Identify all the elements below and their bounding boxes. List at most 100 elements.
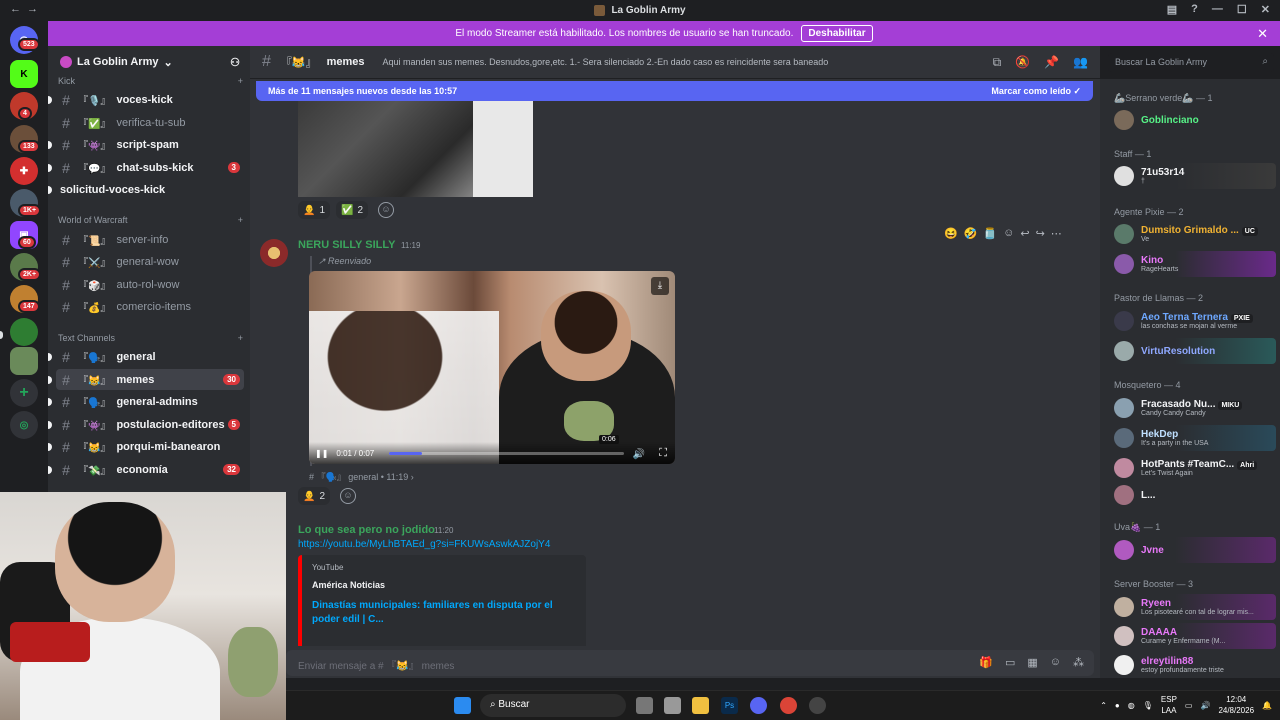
member-item[interactable]: DAAAA Curame y Enfermame (M... [1108, 623, 1276, 649]
channel-general-admins[interactable]: # 『🗣️』 general-admins [48, 391, 244, 412]
server-icon[interactable] [10, 318, 38, 346]
member-item[interactable]: Kino RageHearts [1108, 251, 1276, 277]
add-server-icon[interactable]: + [10, 379, 38, 407]
reply-icon[interactable]: ↩ [1020, 227, 1029, 240]
video-seekbar[interactable] [389, 452, 624, 455]
taskbar-search[interactable]: ⌕ Buscar [480, 694, 626, 717]
reaction-quick-icon[interactable]: 😆 [944, 227, 958, 240]
member-item[interactable]: Dumsito Grimaldo ... UC Ve [1108, 221, 1276, 247]
member-list-icon[interactable]: 👥 [1073, 55, 1088, 70]
reaction-quick-icon[interactable]: 🫙 [983, 227, 997, 240]
gif-icon[interactable]: ▭ [1005, 656, 1015, 669]
channel-economia[interactable]: # 『💸』 economía 32 [48, 459, 244, 480]
mute-bell-icon[interactable]: 🔕 [1015, 55, 1030, 70]
embed-title[interactable]: Dinastías municipales: familiares en dis… [312, 599, 576, 627]
member-item[interactable]: Aeo Terna Ternera PXIE las conchas se moja… [1108, 308, 1276, 334]
pin-icon[interactable]: 📌 [1044, 55, 1059, 70]
member-item[interactable]: Fracasado Nu... MIKU Candy Candy Candy [1108, 395, 1276, 421]
new-messages-bar[interactable]: Más de 11 mensajes nuevos desde las 10:5… [256, 81, 1093, 101]
maximize-icon[interactable]: ☐ [1237, 3, 1247, 16]
channel-general[interactable]: # 『🗣️』 general [48, 346, 244, 367]
notification-icon[interactable]: 🔔 [1262, 701, 1272, 710]
message-author[interactable]: NERU SILLY SILLY [298, 239, 395, 251]
category-text-channels[interactable]: Text Channels + [58, 333, 243, 343]
video-player[interactable]: ⤓ 0:06 ❚❚ 0:01 / 0:07 🔊 ⛶ [309, 271, 675, 464]
message-author[interactable]: Lo que sea pero no jodido [298, 524, 435, 536]
mic-icon[interactable]: 🎙 [1143, 701, 1153, 710]
network-icon[interactable]: ▭ [1185, 701, 1193, 710]
member-item[interactable]: HotPants #TeamC... Ahri Let's Twist Again [1108, 455, 1276, 481]
sticker-icon[interactable]: ▦ [1027, 656, 1037, 669]
member-item[interactable]: Jvne [1108, 537, 1276, 563]
fullscreen-icon[interactable]: ⛶ [659, 447, 667, 460]
pause-icon[interactable]: ❚❚ [315, 449, 328, 458]
reaction[interactable]: 🧑‍🦲 1 [298, 201, 331, 219]
add-reaction-icon[interactable]: ☺ [378, 202, 394, 218]
member-item[interactable]: Ryeen Los pisotearé con tal de lograr mis… [1108, 594, 1276, 620]
channel-solicitud-voces-kick[interactable]: solicitud-voces-kick [48, 179, 244, 200]
explore-icon[interactable]: ◎ [10, 411, 38, 439]
help-icon[interactable]: ? [1191, 3, 1198, 16]
window-controls[interactable]: ▤ ? — ☐ ✕ [1167, 3, 1270, 16]
discord-icon[interactable] [750, 697, 767, 714]
channel-auto-rol-wow[interactable]: # 『🎲』 auto-rol-wow [56, 274, 244, 295]
input-language[interactable]: ESP LAA [1161, 694, 1177, 716]
message-link[interactable]: https://youtu.be/MyLhBTAEd_g?si=FKUWsAsw… [298, 539, 550, 550]
close-icon[interactable]: ✕ [1261, 3, 1270, 16]
embed-author[interactable]: América Noticias [312, 580, 576, 590]
channel-general-wow[interactable]: # 『⚔️』 general-wow [56, 251, 244, 272]
channel-comercio-items[interactable]: # 『💰』 comercio-items [56, 296, 244, 317]
server-kick-icon[interactable]: K [10, 60, 38, 88]
channel-voces-kick[interactable]: # 『🎙️』 voces-kick [48, 89, 244, 110]
search-input[interactable]: Buscar La Goblin Army ⌕ [1108, 53, 1274, 72]
forward-source[interactable]: # 『🗣️』 general • 11:19 › [309, 470, 414, 483]
member-item[interactable]: L... [1108, 482, 1276, 508]
volume-icon[interactable]: 🔊 [633, 449, 645, 460]
mark-as-read-button[interactable]: Marcar como leído ✓ [991, 86, 1081, 97]
add-friend-icon[interactable]: ⚇ [230, 56, 240, 69]
channel-memes[interactable]: # 『😹』 memes 30 [48, 369, 244, 390]
add-reaction-icon[interactable]: ☺ [1003, 227, 1014, 240]
minimize-icon[interactable]: — [1212, 3, 1223, 16]
apps-icon[interactable]: ⁂ [1073, 656, 1084, 669]
volume-icon[interactable]: 🔊 [1200, 701, 1210, 710]
clock[interactable]: 12:04 24/8/2026 [1218, 694, 1254, 716]
channel-server-info[interactable]: # 『📜』 server-info [56, 229, 244, 250]
category-wow[interactable]: World of Warcraft + [58, 215, 243, 225]
member-item[interactable]: 71u53r14 † [1108, 163, 1276, 189]
member-item[interactable]: VirtuResolution [1108, 338, 1276, 364]
banner-close-icon[interactable]: ✕ [1257, 26, 1268, 42]
forward-icon[interactable]: ↪ [1036, 227, 1045, 240]
add-reaction-icon[interactable]: ☺ [340, 488, 356, 504]
emoji-icon[interactable]: ☺ [1050, 656, 1061, 669]
channel-script-spam[interactable]: # 『👾』 script-spam [48, 134, 244, 155]
photoshop-icon[interactable]: Ps [721, 697, 738, 714]
download-icon[interactable]: ⤓ [651, 277, 669, 295]
channel-topic[interactable]: Aqui manden sus memes. Desnudos,gore,etc… [383, 57, 829, 67]
nav-arrows[interactable]: ←→ [10, 3, 44, 15]
threads-icon[interactable]: ⧉ [993, 55, 1002, 70]
gift-icon[interactable]: 🎁 [979, 656, 993, 669]
more-icon[interactable]: ⋯ [1051, 227, 1062, 240]
tray-chevron-icon[interactable]: ⌃ [1100, 701, 1107, 710]
chrome-icon[interactable] [780, 697, 797, 714]
tray-icon[interactable]: ◍ [1128, 701, 1135, 710]
inbox-icon[interactable]: ▤ [1167, 3, 1177, 16]
channel-postulacion-editores[interactable]: # 『👾』 postulacion-editores 5 [48, 414, 244, 435]
tray-icon[interactable]: ● [1115, 701, 1120, 710]
message-input[interactable]: Enviar mensaje a # 『😹』 memes [286, 650, 1094, 676]
channel-verifica-tu-sub[interactable]: # 『✅』 verifica-tu-sub [56, 112, 244, 133]
avatar[interactable] [260, 239, 288, 267]
disable-button[interactable]: Deshabilitar [801, 25, 873, 42]
member-item[interactable]: Goblinciano [1108, 107, 1276, 133]
server-icon[interactable]: ✚ [10, 157, 38, 185]
app-icon[interactable] [809, 697, 826, 714]
server-icon-active[interactable] [10, 347, 38, 375]
channel-porqui-mi-banearon[interactable]: # 『😹』 porqui-mi-banearon [48, 436, 244, 457]
reaction-quick-icon[interactable]: 🤣 [964, 227, 978, 240]
member-item[interactable]: HekDep It's a party in the USA [1108, 425, 1276, 451]
channel-chat-subs-kick[interactable]: # 『💬』 chat-subs-kick 3 [48, 157, 244, 178]
category-kick[interactable]: Kick + [58, 76, 243, 86]
start-icon[interactable] [454, 697, 471, 714]
file-explorer-icon[interactable] [692, 697, 709, 714]
